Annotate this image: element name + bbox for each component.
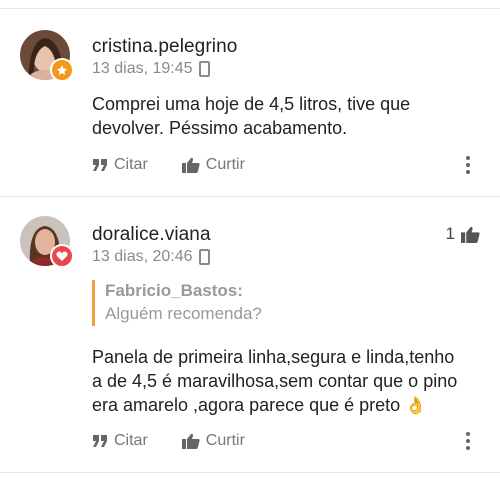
post-divider: [0, 196, 500, 197]
quote-label: Citar: [114, 432, 148, 449]
ok-hand-emoji: 👌: [405, 396, 427, 415]
username[interactable]: cristina.pelegrino: [92, 36, 237, 58]
top-divider: [0, 8, 500, 9]
like-label: Curtir: [205, 432, 245, 449]
post-time: 13 dias, 19:45: [92, 60, 193, 77]
quote-button[interactable]: Citar: [92, 156, 148, 174]
quote-author: Fabricio_Bastos:: [105, 281, 243, 300]
quote-text: Alguém recomenda?: [105, 304, 262, 323]
like-label: Curtir: [205, 156, 245, 173]
quoted-message[interactable]: Fabricio_Bastos: Alguém recomenda?: [92, 280, 262, 326]
heart-badge-icon: [50, 244, 74, 268]
like-button[interactable]: Curtir: [181, 432, 245, 450]
quote-icon: [93, 159, 107, 171]
quote-button[interactable]: Citar: [92, 432, 148, 450]
like-count-value: 1: [445, 224, 455, 243]
post-body-line: a de 4,5 é maravilhosa,sem contar que o …: [92, 371, 458, 391]
like-count[interactable]: 1: [446, 224, 480, 244]
post-meta: 13 dias, 20:46: [92, 248, 210, 266]
post-body-line: Panela de primeira linha,segura e linda,…: [92, 347, 455, 367]
post-body: Panela de primeira linha,segura e linda,…: [92, 345, 492, 418]
username[interactable]: doralice.viana: [92, 224, 211, 246]
more-vertical-icon[interactable]: [466, 156, 470, 174]
quote-icon: [93, 435, 107, 447]
phone-icon: [198, 249, 210, 265]
post-actions: Citar Curtir: [92, 156, 279, 174]
avatar[interactable]: [20, 216, 74, 268]
bottom-divider: [0, 472, 500, 473]
thumbs-up-icon: [461, 226, 480, 243]
post-body-line: era amarelo ,agora parece que é preto 👌: [92, 393, 492, 418]
post-body: Comprei uma hoje de 4,5 litros, tive que…: [92, 94, 411, 138]
post-time: 13 dias, 20:46: [92, 248, 193, 265]
phone-icon: [198, 61, 210, 77]
like-button[interactable]: Curtir: [181, 156, 245, 174]
post-actions: Citar Curtir: [92, 432, 279, 450]
thumbs-up-icon: [181, 433, 200, 449]
thumbs-up-icon: [181, 157, 200, 173]
star-badge-icon: [50, 58, 74, 82]
more-vertical-icon[interactable]: [466, 432, 470, 450]
avatar[interactable]: [20, 30, 74, 82]
post-meta: 13 dias, 19:45: [92, 60, 210, 78]
quote-label: Citar: [114, 156, 148, 173]
